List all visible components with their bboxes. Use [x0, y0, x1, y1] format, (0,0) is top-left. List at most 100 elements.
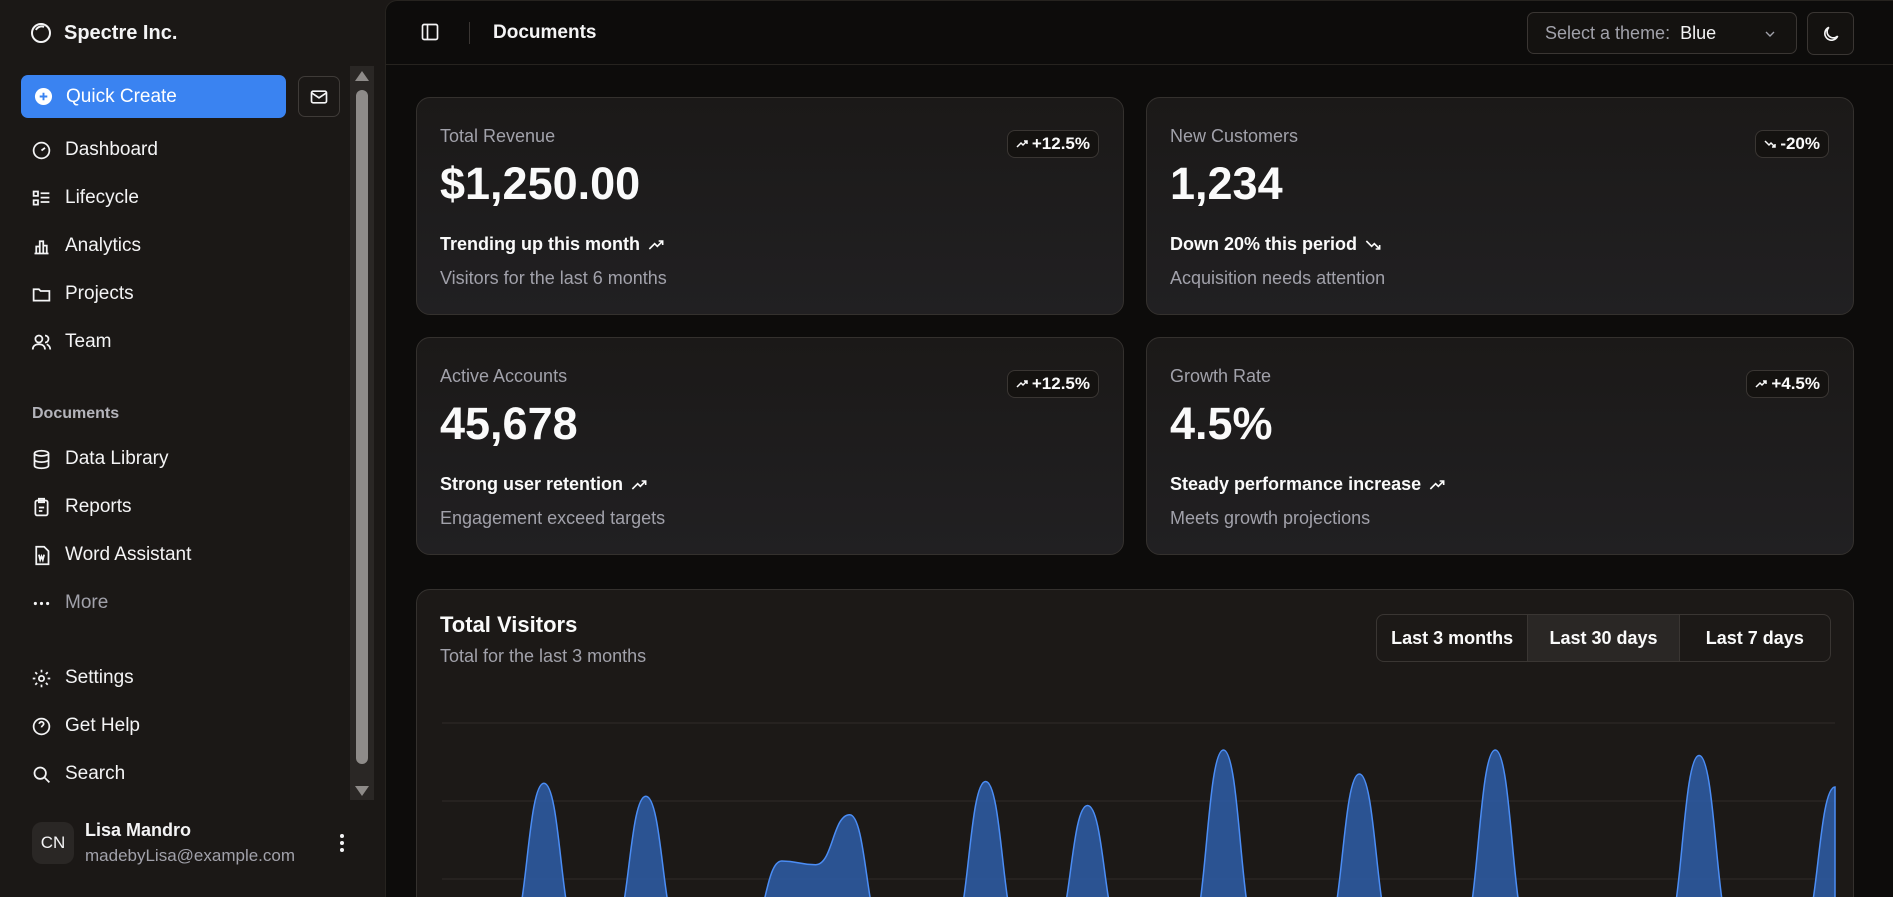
- folder-icon: [32, 287, 51, 301]
- user-profile[interactable]: CN Lisa Mandro madebyLisa@example.com: [32, 820, 352, 866]
- sidebar-item-label: Analytics: [65, 235, 142, 256]
- chevron-down-icon: [1765, 31, 1775, 37]
- trending-up-icon: [648, 239, 664, 250]
- chart-subtitle: Total for the last 3 months: [440, 646, 647, 666]
- sidebar-item-search[interactable]: Search: [31, 759, 125, 789]
- sidebar-item-label: Data Library: [65, 448, 169, 469]
- card-value: 4.5%: [1170, 398, 1273, 449]
- vertical-ellipsis-icon: [340, 834, 344, 852]
- card-value: $1,250.00: [440, 158, 641, 209]
- main-content: Documents Select a theme: Blue Total Rev…: [385, 0, 1893, 897]
- theme-select-label: Select a theme:: [1545, 22, 1671, 43]
- gauge-icon: [32, 141, 51, 159]
- sidebar-item-reports[interactable]: Reports: [31, 492, 132, 522]
- divider: [469, 22, 470, 44]
- moon-icon: [1823, 26, 1838, 41]
- card-description: Meets growth projections: [1170, 508, 1371, 528]
- bar-chart-icon: [34, 239, 49, 254]
- sidebar-item-projects[interactable]: Projects: [31, 279, 134, 309]
- card-title: Growth Rate: [1170, 366, 1272, 386]
- scroll-down-arrow-icon[interactable]: [355, 786, 369, 796]
- trending-up-icon: [1016, 380, 1028, 388]
- trending-down-icon: [1365, 239, 1381, 250]
- card-note: Down 20% this period: [1170, 234, 1381, 255]
- range-last-7-days-button[interactable]: Last 7 days: [1680, 615, 1830, 661]
- avatar: CN: [32, 822, 74, 864]
- brand[interactable]: Spectre Inc.: [29, 19, 177, 47]
- sidebar-item-word-assistant[interactable]: Word Assistant: [31, 540, 191, 570]
- card-note: Strong user retention: [440, 474, 647, 495]
- trending-down-icon: [1764, 140, 1777, 148]
- trending-up-icon: [1755, 380, 1768, 388]
- trending-up-icon: [1016, 140, 1028, 148]
- sidebar-item-get-help[interactable]: Get Help: [31, 711, 140, 741]
- sidebar-item-more[interactable]: More: [31, 588, 108, 618]
- sidebar-toggle-button[interactable]: [418, 20, 442, 44]
- card-note: Trending up this month: [440, 234, 664, 255]
- trending-up-icon: [631, 479, 647, 490]
- card-title: Total Revenue: [440, 126, 556, 146]
- user-menu-button[interactable]: [332, 831, 352, 855]
- clipboard-icon: [34, 497, 49, 516]
- user-name: Lisa Mandro: [85, 820, 192, 840]
- trend-badge: +12.5%: [1006, 370, 1099, 398]
- documents-section-label: Documents: [32, 405, 120, 422]
- scroll-up-arrow-icon[interactable]: [355, 71, 369, 81]
- brand-name: Spectre Inc.: [64, 21, 178, 44]
- sidebar-item-dashboard[interactable]: Dashboard: [31, 135, 158, 165]
- plus-circle-icon: [34, 87, 53, 106]
- card-description: Visitors for the last 6 months: [440, 268, 667, 288]
- total-visitors-card: Total Visitors Total for the last 3 mont…: [416, 589, 1854, 897]
- theme-select-value: Blue: [1680, 22, 1717, 43]
- theme-select[interactable]: Select a theme: Blue: [1527, 12, 1797, 54]
- sidebar-item-settings[interactable]: Settings: [31, 663, 134, 693]
- quick-create-button[interactable]: Quick Create: [21, 75, 286, 118]
- card-description: Acquisition needs attention: [1170, 268, 1386, 288]
- card-note-text: Steady performance increase: [1170, 474, 1422, 494]
- card-description: Engagement exceed targets: [440, 508, 666, 528]
- brand-logo-icon: [31, 23, 51, 43]
- sidebar-item-label: Settings: [65, 667, 134, 688]
- list-icon: [32, 190, 50, 205]
- stat-card-growth-rate: Growth Rate 4.5% +4.5% Steady performanc…: [1146, 337, 1854, 555]
- stat-card-new-customers: New Customers 1,234 -20% Down 20% this p…: [1146, 97, 1854, 315]
- gear-icon: [32, 669, 51, 687]
- scrollbar-thumb[interactable]: [356, 90, 368, 764]
- trend-badge-value: +12.5%: [1031, 134, 1090, 153]
- time-range-toggle: Last 3 months Last 30 days Last 7 days: [1376, 614, 1831, 662]
- sidebar-scrollbar[interactable]: [350, 66, 374, 800]
- sidebar-item-label: Word Assistant: [65, 544, 192, 565]
- card-note-text: Down 20% this period: [1170, 234, 1358, 254]
- mail-icon: [310, 89, 328, 104]
- sidebar-item-team[interactable]: Team: [31, 327, 111, 357]
- sidebar-item-label: Reports: [65, 496, 132, 517]
- range-last-3-months-button[interactable]: Last 3 months: [1377, 615, 1529, 661]
- top-bar: Documents Select a theme: Blue: [386, 1, 1893, 65]
- user-email: madebyLisa@example.com: [85, 846, 296, 865]
- users-icon: [31, 334, 52, 350]
- inbox-button[interactable]: [298, 76, 340, 117]
- database-icon: [33, 449, 50, 469]
- trend-badge: +12.5%: [1006, 130, 1099, 158]
- page-title: Documents: [493, 22, 597, 43]
- trending-up-icon: [1429, 479, 1445, 490]
- ellipsis-icon: [33, 601, 50, 605]
- quick-create-label: Quick Create: [66, 85, 177, 107]
- trend-badge-value: +4.5%: [1771, 374, 1820, 393]
- chart-title: Total Visitors: [440, 612, 578, 637]
- panel-left-icon: [421, 23, 439, 41]
- help-circle-icon: [32, 717, 51, 735]
- sidebar-item-label: Team: [65, 331, 112, 352]
- sidebar-item-lifecycle[interactable]: Lifecycle: [31, 183, 139, 213]
- sidebar-item-label: Dashboard: [65, 139, 158, 160]
- trend-badge-value: +12.5%: [1031, 374, 1090, 393]
- card-title: New Customers: [1170, 126, 1299, 146]
- sidebar-item-label: Search: [65, 763, 126, 784]
- sidebar-item-label: More: [65, 592, 109, 613]
- visitors-area-series: [521, 749, 1836, 897]
- range-last-30-days-button[interactable]: Last 30 days: [1528, 615, 1680, 661]
- sidebar-item-data-library[interactable]: Data Library: [31, 444, 169, 474]
- sidebar-item-analytics[interactable]: Analytics: [31, 231, 141, 261]
- sidebar-item-label: Projects: [65, 283, 134, 304]
- dark-mode-toggle-button[interactable]: [1807, 12, 1854, 55]
